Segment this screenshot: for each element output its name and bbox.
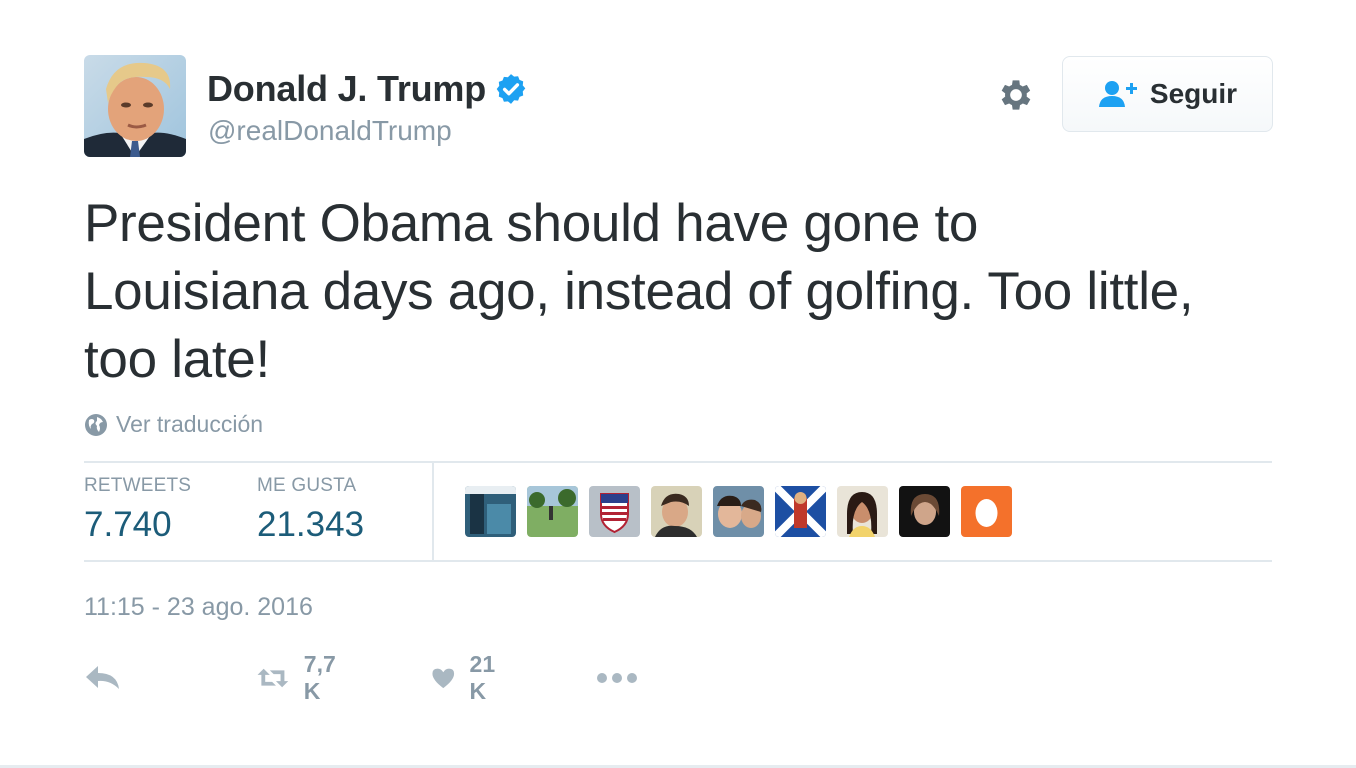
heart-icon	[432, 668, 455, 689]
more-button[interactable]	[596, 656, 640, 700]
gear-icon[interactable]	[993, 72, 1039, 118]
liker-avatar[interactable]	[651, 486, 702, 537]
divider	[84, 461, 1272, 463]
display-name[interactable]: Donald J. Trump	[207, 68, 486, 110]
divider	[432, 463, 434, 560]
likes-label: ME GUSTA	[257, 475, 357, 496]
follow-button-label: Seguir	[1149, 78, 1238, 109]
like-button[interactable]: 21 K	[431, 651, 505, 704]
likers-list	[465, 486, 1023, 537]
retweet-count: 7,7 K	[303, 651, 336, 704]
translate-label: Ver traducción	[116, 411, 264, 437]
retweets-value: 7.740	[84, 505, 172, 544]
user-handle[interactable]: @realDonaldTrump	[208, 115, 452, 147]
reply-icon	[86, 666, 119, 689]
follow-button[interactable]: Seguir	[1062, 56, 1273, 132]
liker-avatar[interactable]	[961, 486, 1012, 537]
more-icon	[597, 673, 637, 683]
retweets-stat[interactable]: RETWEETS 7.740	[84, 475, 191, 545]
divider	[84, 560, 1272, 562]
liker-avatar[interactable]	[713, 486, 764, 537]
liker-avatar[interactable]	[775, 486, 826, 537]
tweet-card: Donald J. Trump @realDonaldTrump Seguir …	[0, 0, 1356, 768]
liker-avatar[interactable]	[527, 486, 578, 537]
liker-avatar[interactable]	[899, 486, 950, 537]
name-row: Donald J. Trump	[207, 68, 528, 110]
retweets-label: RETWEETS	[84, 475, 192, 496]
likes-stat[interactable]: ME GUSTA 21.343	[257, 475, 364, 545]
add-user-icon	[1098, 81, 1137, 107]
tweet-timestamp[interactable]: 11:15 - 23 ago. 2016	[84, 593, 313, 622]
liker-avatar[interactable]	[589, 486, 640, 537]
tweet-text: President Obama should have gone to Loui…	[84, 194, 1194, 389]
retweet-button[interactable]: 7,7 K	[256, 651, 346, 704]
verified-badge-icon	[494, 72, 528, 106]
liker-avatar[interactable]	[837, 486, 888, 537]
likes-value: 21.343	[257, 505, 365, 544]
like-count: 21 K	[469, 651, 496, 704]
avatar[interactable]	[84, 55, 186, 157]
reply-button[interactable]	[84, 656, 122, 700]
liker-avatar[interactable]	[465, 486, 516, 537]
globe-icon	[85, 413, 107, 436]
translate-link[interactable]: Ver traducción	[84, 411, 263, 438]
retweet-icon	[257, 668, 289, 688]
